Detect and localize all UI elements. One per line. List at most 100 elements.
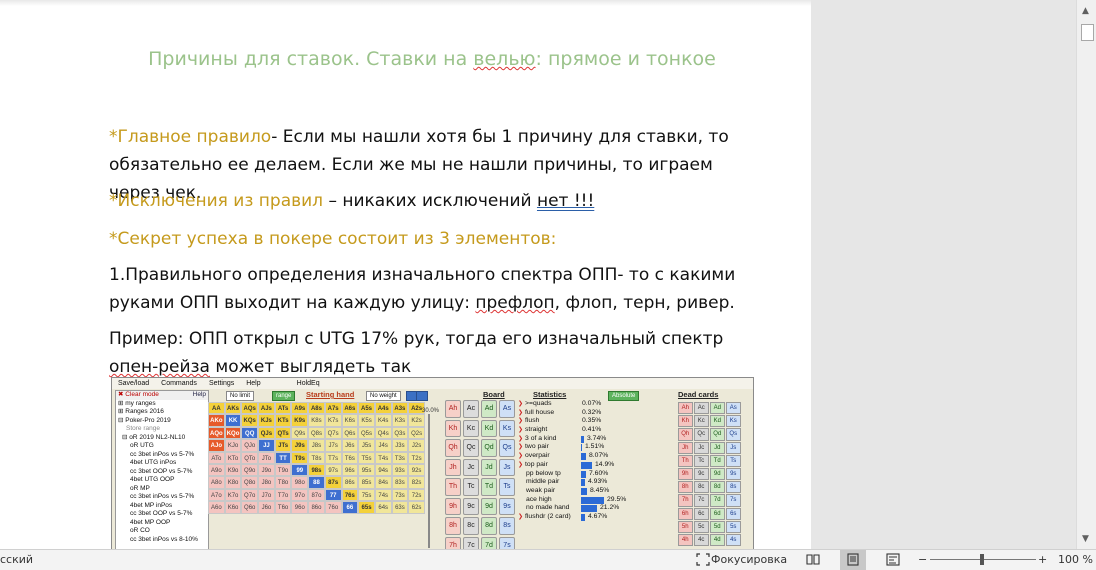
stat-label: overpair: [518, 452, 550, 461]
hand-cell: K9s: [291, 414, 309, 427]
hand-cell: Q8o: [241, 476, 259, 489]
language-indicator[interactable]: сский: [0, 553, 33, 567]
board-card: Qh: [445, 439, 461, 457]
hand-cell: 83s: [391, 476, 409, 489]
focus-mode-button[interactable]: Фокусировка: [711, 553, 787, 567]
poker-menu-bar: Save/load Commands Settings Help HoldEq: [112, 378, 753, 389]
hand-cell: KJo: [224, 439, 242, 452]
hand-cell: AA: [208, 402, 225, 415]
hand-cell: K5s: [358, 414, 375, 427]
dead-card: 8d: [710, 481, 725, 494]
range-tree-item: cc 3bet inPos vs 8-10%: [130, 535, 198, 543]
dead-card: Td: [710, 454, 725, 467]
paragraph-secret-heading[interactable]: *Секрет успеха в покере состоит из 3 эле…: [109, 225, 769, 253]
stat-value: 0.35%: [582, 417, 602, 425]
document-title[interactable]: Причины для ставок. Ставки на велью: пря…: [0, 48, 811, 70]
hand-cell: 96s: [341, 463, 359, 477]
scroll-up-icon[interactable]: ▲: [1082, 6, 1089, 16]
dead-card: Kc: [694, 415, 709, 428]
board-card: 8c: [463, 517, 479, 535]
status-bar: сский Фокусировка − + 100 %: [0, 549, 1096, 570]
focus-mode-icon[interactable]: [696, 553, 710, 566]
scroll-down-icon[interactable]: ▼: [1082, 534, 1089, 544]
hand-cell: 97s: [324, 463, 342, 477]
spellcheck-word[interactable]: префлоп: [475, 293, 554, 313]
hand-cell: AKo: [208, 414, 225, 427]
dead-cards-grid: Ah Ac Ad As Kh Kc Kd Ks Qh Qc Qd Qs Jh Jc Jd Js Th Tc Td Ts…: [678, 402, 741, 547]
range-tree-item: oR UTG: [130, 442, 154, 449]
hand-cell: AQs: [241, 402, 259, 415]
read-mode-icon[interactable]: [806, 553, 820, 566]
hand-cell: K7o: [224, 488, 242, 502]
clear-mode-row: ✖ Clear mode Help: [116, 391, 208, 400]
page-top-edge: [0, 0, 811, 6]
stat-bar: [581, 487, 587, 495]
stat-row: middle pair 4.93%: [518, 478, 678, 487]
hand-cell: 92s: [408, 463, 425, 477]
hand-cell: QJo: [241, 439, 259, 452]
paragraph-exceptions[interactable]: *Исключения из правил – никаких исключен…: [109, 187, 769, 215]
help-label: Help: [192, 391, 206, 398]
vertical-scrollbar[interactable]: ▲ ▼: [1076, 0, 1096, 549]
stat-bar: [581, 461, 592, 469]
dead-card: 5c: [694, 520, 709, 533]
hand-cell: ATs: [274, 402, 292, 415]
dead-card: Qs: [726, 428, 741, 441]
zoom-in-button[interactable]: +: [1038, 553, 1047, 567]
dead-card: 6d: [710, 507, 725, 520]
hand-cell: KQs: [241, 414, 259, 427]
web-layout-icon[interactable]: [886, 553, 900, 566]
range-tree-panel: ✖ Clear mode Help ⊞ my ranges ⊞ Ranges 2016…: [115, 390, 209, 549]
paragraph-point-1[interactable]: 1.Правильного определения изначального с…: [109, 261, 769, 317]
board-card: Th: [445, 478, 461, 496]
hand-cell: QTs: [274, 426, 292, 440]
embedded-poker-screenshot[interactable]: Save/load Commands Settings Help HoldEq ✖ Cl…: [111, 377, 754, 549]
spellcheck-word[interactable]: велью: [473, 48, 535, 70]
zoom-out-button[interactable]: −: [918, 553, 927, 567]
hand-cell: JTs: [274, 439, 292, 452]
dead-card: 8s: [726, 481, 741, 494]
hand-cell: T9o: [274, 463, 292, 477]
hand-cell: Q6o: [241, 501, 259, 514]
board-cards: Ah Ac Ad As Kh Kc Kd Ks Qh Qc Qd Qs Jh Jc Jd Js Th Tc Td Ts…: [445, 400, 515, 549]
poker-menu-item: Help: [246, 380, 261, 387]
dead-card: Ad: [710, 402, 725, 415]
hand-range-grid: AA AKs AQs AJs ATs A9s A8s A7s A6s A5s A4s A3s A2s AK…: [208, 402, 425, 514]
hand-cell: JTo: [258, 451, 275, 464]
range-tree-item: 4bet UTG inPos: [130, 459, 177, 466]
document-page[interactable]: Причины для ставок. Ставки на велью: пря…: [0, 0, 811, 549]
board-card: Td: [481, 478, 497, 496]
board-card: 8d: [481, 517, 497, 535]
dead-card: 9s: [726, 467, 741, 481]
grammar-underlined-text[interactable]: нет !!!: [537, 191, 594, 211]
hand-cell: 65s: [358, 501, 375, 514]
hand-cell: T3s: [391, 451, 409, 464]
board-card: Qd: [481, 439, 497, 457]
hand-cell: 96o: [291, 501, 309, 514]
board-card: Js: [499, 458, 515, 476]
hand-cell: T9s: [291, 451, 309, 464]
zoom-slider-thumb[interactable]: [980, 554, 984, 565]
stat-label: >=quads: [518, 400, 551, 409]
dead-card: 6s: [726, 507, 741, 520]
dead-card: 6c: [694, 507, 709, 520]
scrollbar-thumb[interactable]: [1081, 24, 1094, 41]
hand-cell: Q7s: [324, 426, 342, 440]
spellcheck-word[interactable]: опен-рейза: [109, 357, 210, 377]
zoom-level[interactable]: 100 %: [1058, 553, 1093, 567]
stat-label: 3 of a kind: [518, 435, 556, 444]
dead-card: 4d: [710, 533, 725, 547]
hand-cell: 87s: [324, 476, 342, 489]
stat-value: 8.45%: [590, 486, 610, 494]
starting-hand-label: Starting hand: [306, 390, 355, 399]
stat-value: 8.07%: [589, 452, 609, 460]
range-tree-item: cc 3bet OOP vs 5-7%: [130, 467, 193, 475]
hand-cell: 77: [324, 488, 342, 502]
paragraph-example[interactable]: Пример: ОПП открыл с UTG 17% рук, тогда …: [109, 325, 769, 381]
hand-cell: K3s: [391, 414, 409, 427]
print-layout-icon[interactable]: [846, 553, 860, 566]
dead-card: Js: [726, 441, 741, 454]
range-tree-item: ⊞ my ranges: [118, 399, 156, 407]
hand-cell: A4s: [374, 402, 392, 415]
stat-label: full house: [518, 409, 554, 418]
